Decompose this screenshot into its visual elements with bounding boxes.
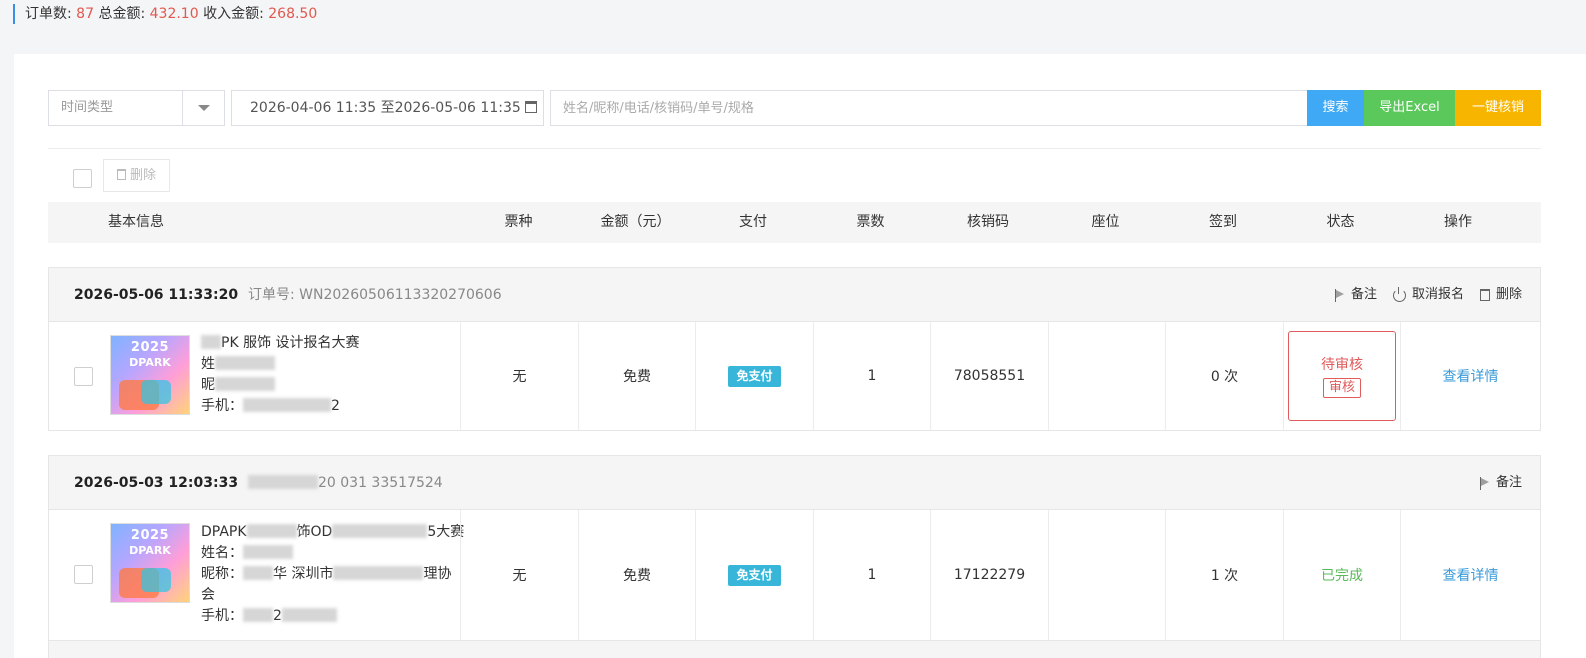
ticket-count: 1	[813, 322, 930, 430]
time-type-select[interactable]: 时间类型	[48, 90, 225, 126]
payment-badge: 免支付	[728, 365, 781, 387]
bulk-delete-label: 删除	[129, 168, 156, 183]
basic-info: PK 服饰 设计报名大赛 姓 昵 手机： 2	[201, 335, 360, 414]
basic-info: DPAPK 饰OD 5大赛 姓名： 昵称：华 深圳市 理协 会 手机： 2	[201, 524, 465, 624]
flag-icon	[1334, 288, 1345, 302]
delete-order-button[interactable]: 删除	[1479, 268, 1522, 322]
order-summary: 订单数: 87 总金额: 432.10 收入金额: 268.50	[13, 4, 317, 24]
ticket-count: 1	[813, 510, 930, 640]
col-payment: 支付	[739, 214, 767, 230]
ticket-type: 无	[460, 510, 578, 640]
remark-button[interactable]: 备注	[1479, 456, 1522, 510]
audit-button[interactable]: 审核	[1322, 378, 1361, 398]
verify-code: 78058551	[930, 322, 1048, 430]
operation-cell: 查看详情	[1400, 322, 1540, 430]
col-status: 状态	[1326, 214, 1355, 230]
payment-badge: 免支付	[728, 564, 781, 586]
export-excel-button[interactable]: 导出Excel	[1364, 90, 1455, 126]
calendar-icon	[524, 101, 537, 113]
order-actions: 备注 取消报名 删除	[1334, 268, 1522, 322]
income-label: 收入金额:	[203, 6, 264, 22]
verify-all-button[interactable]: 一键核销	[1455, 90, 1541, 126]
amount: 免费	[578, 510, 695, 640]
status-badge: 已完成	[1321, 568, 1363, 584]
total-amount: 432.10	[149, 6, 199, 22]
event-poster: 2025 DPARK	[110, 523, 190, 603]
trash-icon	[116, 169, 126, 180]
payment: 免支付	[695, 510, 813, 640]
verify-code: 17122279	[930, 510, 1048, 640]
next-order-header	[49, 640, 1540, 658]
col-checkin: 签到	[1209, 214, 1237, 230]
order-time: 2026-05-03 12:03:33	[74, 475, 239, 491]
col-operation: 操作	[1444, 214, 1472, 230]
event-poster: 2025 DPARK	[110, 335, 190, 415]
seat	[1048, 510, 1165, 640]
chevron-down-icon[interactable]	[182, 91, 224, 125]
search-button[interactable]: 搜索	[1307, 90, 1364, 126]
order-header: 2026-05-06 11:33:20 订单号: WN2026050611332…	[49, 268, 1540, 322]
power-icon	[1392, 286, 1406, 302]
orders-count: 87	[76, 6, 94, 22]
order-number: 20 031 33517524	[248, 456, 443, 510]
row-checkbox[interactable]	[74, 367, 93, 386]
col-basic-info: 基本信息	[108, 214, 164, 230]
select-all-checkbox[interactable]	[73, 169, 92, 188]
income-amount: 268.50	[268, 6, 318, 22]
time-type-value: 时间类型	[61, 100, 114, 115]
row-checkbox[interactable]	[74, 565, 93, 584]
order-header: 2026-05-03 12:03:33 20 031 33517524 备注	[49, 456, 1540, 510]
table-header: 基本信息 票种 金额（元） 支付 票数 核销码 座位 签到 状态 操作	[48, 202, 1541, 243]
trash-icon	[1479, 289, 1490, 301]
view-details-link[interactable]: 查看详情	[1443, 366, 1499, 386]
divider	[48, 148, 1541, 149]
checkin-count: 0 次	[1165, 322, 1283, 430]
event-name: PK 服饰 设计报名大赛	[221, 335, 360, 351]
view-details-link[interactable]: 查看详情	[1443, 565, 1499, 585]
checkin-count: 1 次	[1165, 510, 1283, 640]
payment: 免支付	[695, 322, 813, 430]
search-input[interactable]	[550, 90, 1308, 126]
order-actions: 备注	[1479, 456, 1522, 510]
col-seat: 座位	[1091, 214, 1120, 230]
total-label: 总金额:	[98, 6, 146, 22]
status-cell: 已完成	[1283, 510, 1400, 640]
date-range-value: 2026-04-06 11:35 至2026-05-06 11:35	[250, 100, 521, 116]
col-amount: 金额（元）	[600, 214, 671, 230]
status-badge: 待审核 审核	[1288, 331, 1396, 421]
date-range-picker[interactable]: 2026-04-06 11:35 至2026-05-06 11:35	[231, 90, 544, 126]
col-ticket-count: 票数	[856, 214, 885, 230]
cancel-registration-button[interactable]: 取消报名	[1392, 268, 1464, 322]
order-time: 2026-05-06 11:33:20	[74, 287, 239, 303]
remark-button[interactable]: 备注	[1334, 268, 1377, 322]
ticket-type: 无	[460, 322, 578, 430]
order-card: 2026-05-06 11:33:20 订单号: WN2026050611332…	[48, 267, 1541, 431]
status-cell: 待审核 审核	[1283, 322, 1400, 430]
amount: 免费	[578, 322, 695, 430]
orders-label: 订单数:	[25, 6, 72, 22]
bulk-delete-button[interactable]: 删除	[103, 159, 170, 192]
order-number: 订单号: WN20260506113320270606	[248, 287, 502, 303]
seat	[1048, 322, 1165, 430]
col-ticket-type: 票种	[504, 214, 533, 230]
order-card: 2026-05-03 12:03:33 20 031 33517524 备注 2…	[48, 455, 1541, 658]
flag-icon	[1479, 476, 1490, 490]
operation-cell: 查看详情	[1400, 510, 1540, 640]
col-code: 核销码	[967, 214, 1009, 230]
